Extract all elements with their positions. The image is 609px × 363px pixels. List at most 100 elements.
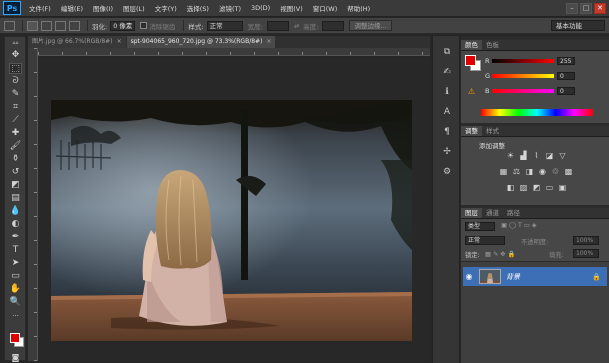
- clone-stamp-tool-icon[interactable]: ⚱: [9, 154, 22, 165]
- green-slider[interactable]: G 0: [485, 72, 605, 80]
- curves-icon[interactable]: ⌇: [532, 151, 541, 160]
- document-image[interactable]: [51, 100, 412, 341]
- tab-styles[interactable]: 样式: [482, 126, 503, 136]
- subtract-selection-icon[interactable]: [55, 20, 66, 31]
- green-track[interactable]: [492, 74, 554, 78]
- blend-mode-select[interactable]: 正常: [465, 236, 505, 245]
- selective-color-icon[interactable]: ▣: [558, 183, 567, 192]
- blue-value[interactable]: 0: [557, 87, 575, 95]
- eyedropper-tool-icon[interactable]: ⟋: [9, 115, 22, 126]
- tab-close-icon[interactable]: ×: [117, 36, 122, 48]
- tab-channels[interactable]: 通道: [482, 208, 503, 218]
- hue-saturation-icon[interactable]: ▦: [499, 167, 508, 176]
- marquee-tool-icon[interactable]: ⬚: [9, 63, 22, 74]
- posterize-icon[interactable]: ▨: [519, 183, 528, 192]
- path-select-tool-icon[interactable]: ➤: [9, 258, 22, 269]
- tab-close-icon[interactable]: ×: [266, 36, 271, 48]
- green-value[interactable]: 0: [557, 72, 575, 80]
- invert-icon[interactable]: ◧: [506, 183, 515, 192]
- red-slider[interactable]: R 255: [485, 57, 605, 65]
- tab-swatches[interactable]: 色板: [482, 40, 503, 50]
- properties-icon[interactable]: ✍: [440, 66, 454, 79]
- opacity-input[interactable]: 100%: [573, 236, 599, 245]
- vibrance-icon[interactable]: ▽: [558, 151, 567, 160]
- lasso-tool-icon[interactable]: ᘐ: [9, 76, 22, 87]
- healing-brush-tool-icon[interactable]: ✚: [9, 128, 22, 139]
- tab-document-2[interactable]: spt-904065_960_720.jpg @ 73.3%(RGB/8#) ×: [126, 36, 276, 48]
- more-tools-icon[interactable]: ···: [9, 311, 22, 322]
- swap-icon[interactable]: ⇄: [294, 22, 299, 30]
- blue-track[interactable]: [492, 89, 554, 93]
- add-selection-icon[interactable]: [41, 20, 52, 31]
- quick-mask-icon[interactable]: ◙: [9, 352, 22, 363]
- lock-option-icons[interactable]: ▦ ✎ ✥ 🔒: [485, 250, 515, 258]
- antialias-checkbox[interactable]: [140, 22, 148, 29]
- type-tool-icon[interactable]: T: [9, 245, 22, 256]
- height-input[interactable]: [322, 20, 345, 31]
- blue-slider[interactable]: B 0: [485, 87, 605, 95]
- levels-icon[interactable]: ▟: [519, 151, 528, 160]
- layer-row-background[interactable]: ◉ 背景 🔒: [463, 267, 607, 286]
- menu-view[interactable]: 视图(V): [275, 3, 308, 13]
- feather-input[interactable]: 0 像素: [110, 20, 136, 31]
- red-value[interactable]: 255: [557, 57, 575, 65]
- foreground-color-swatch[interactable]: [10, 333, 20, 343]
- intersect-selection-icon[interactable]: [69, 20, 80, 31]
- brightness-icon[interactable]: ☀: [506, 151, 515, 160]
- tab-layers[interactable]: 图层: [461, 208, 482, 218]
- fill-input[interactable]: 100%: [573, 249, 599, 258]
- tool-preset-icon[interactable]: ⚙: [440, 166, 454, 179]
- tab-paths[interactable]: 路径: [503, 208, 524, 218]
- tab-document-1[interactable]: 图片.jpg @ 66.7%(RGB/8#) ×: [28, 36, 126, 48]
- menu-window[interactable]: 窗口(W): [308, 3, 343, 13]
- tab-color[interactable]: 颜色: [461, 40, 482, 50]
- pen-tool-icon[interactable]: ✒: [9, 232, 22, 243]
- info-icon[interactable]: ℹ: [440, 86, 454, 99]
- zoom-tool-icon[interactable]: 🔍: [9, 297, 22, 308]
- paragraph-icon[interactable]: ¶: [440, 126, 454, 139]
- new-selection-icon[interactable]: [27, 20, 38, 31]
- refine-edge-button[interactable]: 调整边缘...: [349, 20, 392, 31]
- crop-tool-icon[interactable]: ⌗: [9, 102, 22, 113]
- character-icon[interactable]: A: [440, 106, 454, 119]
- menu-image[interactable]: 图像(I): [88, 3, 118, 13]
- menu-type[interactable]: 文字(Y): [150, 3, 182, 13]
- quick-select-tool-icon[interactable]: ✎: [9, 89, 22, 100]
- panel-foreground-swatch[interactable]: [465, 55, 476, 66]
- menu-select[interactable]: 选择(S): [182, 3, 214, 13]
- dodge-tool-icon[interactable]: ◐: [9, 219, 22, 230]
- hand-tool-icon[interactable]: ✋: [9, 284, 22, 295]
- history-brush-tool-icon[interactable]: ↺: [9, 167, 22, 178]
- marquee-preset-icon[interactable]: [4, 20, 15, 31]
- brush-preset-icon[interactable]: ✢: [440, 146, 454, 159]
- minimize-button[interactable]: –: [566, 2, 578, 14]
- exposure-icon[interactable]: ◪: [545, 151, 554, 160]
- visibility-eye-icon[interactable]: ◉: [463, 272, 475, 281]
- menu-3d[interactable]: 3D(D): [246, 4, 275, 12]
- shape-tool-icon[interactable]: ▭: [9, 271, 22, 282]
- menu-layer[interactable]: 图层(L): [118, 3, 150, 13]
- style-select[interactable]: 正常: [206, 20, 243, 31]
- menu-help[interactable]: 帮助(H): [342, 3, 375, 13]
- menu-filter[interactable]: 滤镜(T): [214, 3, 246, 13]
- gradient-map-icon[interactable]: ▭: [545, 183, 554, 192]
- width-input[interactable]: [266, 20, 289, 31]
- menu-file[interactable]: 文件(F): [24, 3, 56, 13]
- close-window-button[interactable]: ✕: [594, 2, 606, 14]
- color-lookup-icon[interactable]: ▩: [564, 167, 573, 176]
- layer-filter-icons[interactable]: ▣ ◯ T ▭ ◈: [501, 222, 537, 229]
- workspace-select[interactable]: 基本功能: [551, 20, 605, 31]
- color-balance-icon[interactable]: ⚖: [512, 167, 521, 176]
- move-tool-icon[interactable]: ✥: [9, 50, 22, 61]
- restore-button[interactable]: □: [580, 2, 592, 14]
- brush-tool-icon[interactable]: 🖌: [9, 141, 22, 152]
- threshold-icon[interactable]: ◩: [532, 183, 541, 192]
- eraser-tool-icon[interactable]: ◩: [9, 180, 22, 191]
- channel-mixer-icon[interactable]: ♲: [551, 167, 560, 176]
- red-track[interactable]: [492, 59, 554, 63]
- color-spectrum-bar[interactable]: [481, 109, 593, 116]
- tab-adjustments[interactable]: 调整: [461, 126, 482, 136]
- photo-filter-icon[interactable]: ◉: [538, 167, 547, 176]
- blur-tool-icon[interactable]: 💧: [9, 206, 22, 217]
- layer-filter-select[interactable]: 类型: [465, 222, 495, 231]
